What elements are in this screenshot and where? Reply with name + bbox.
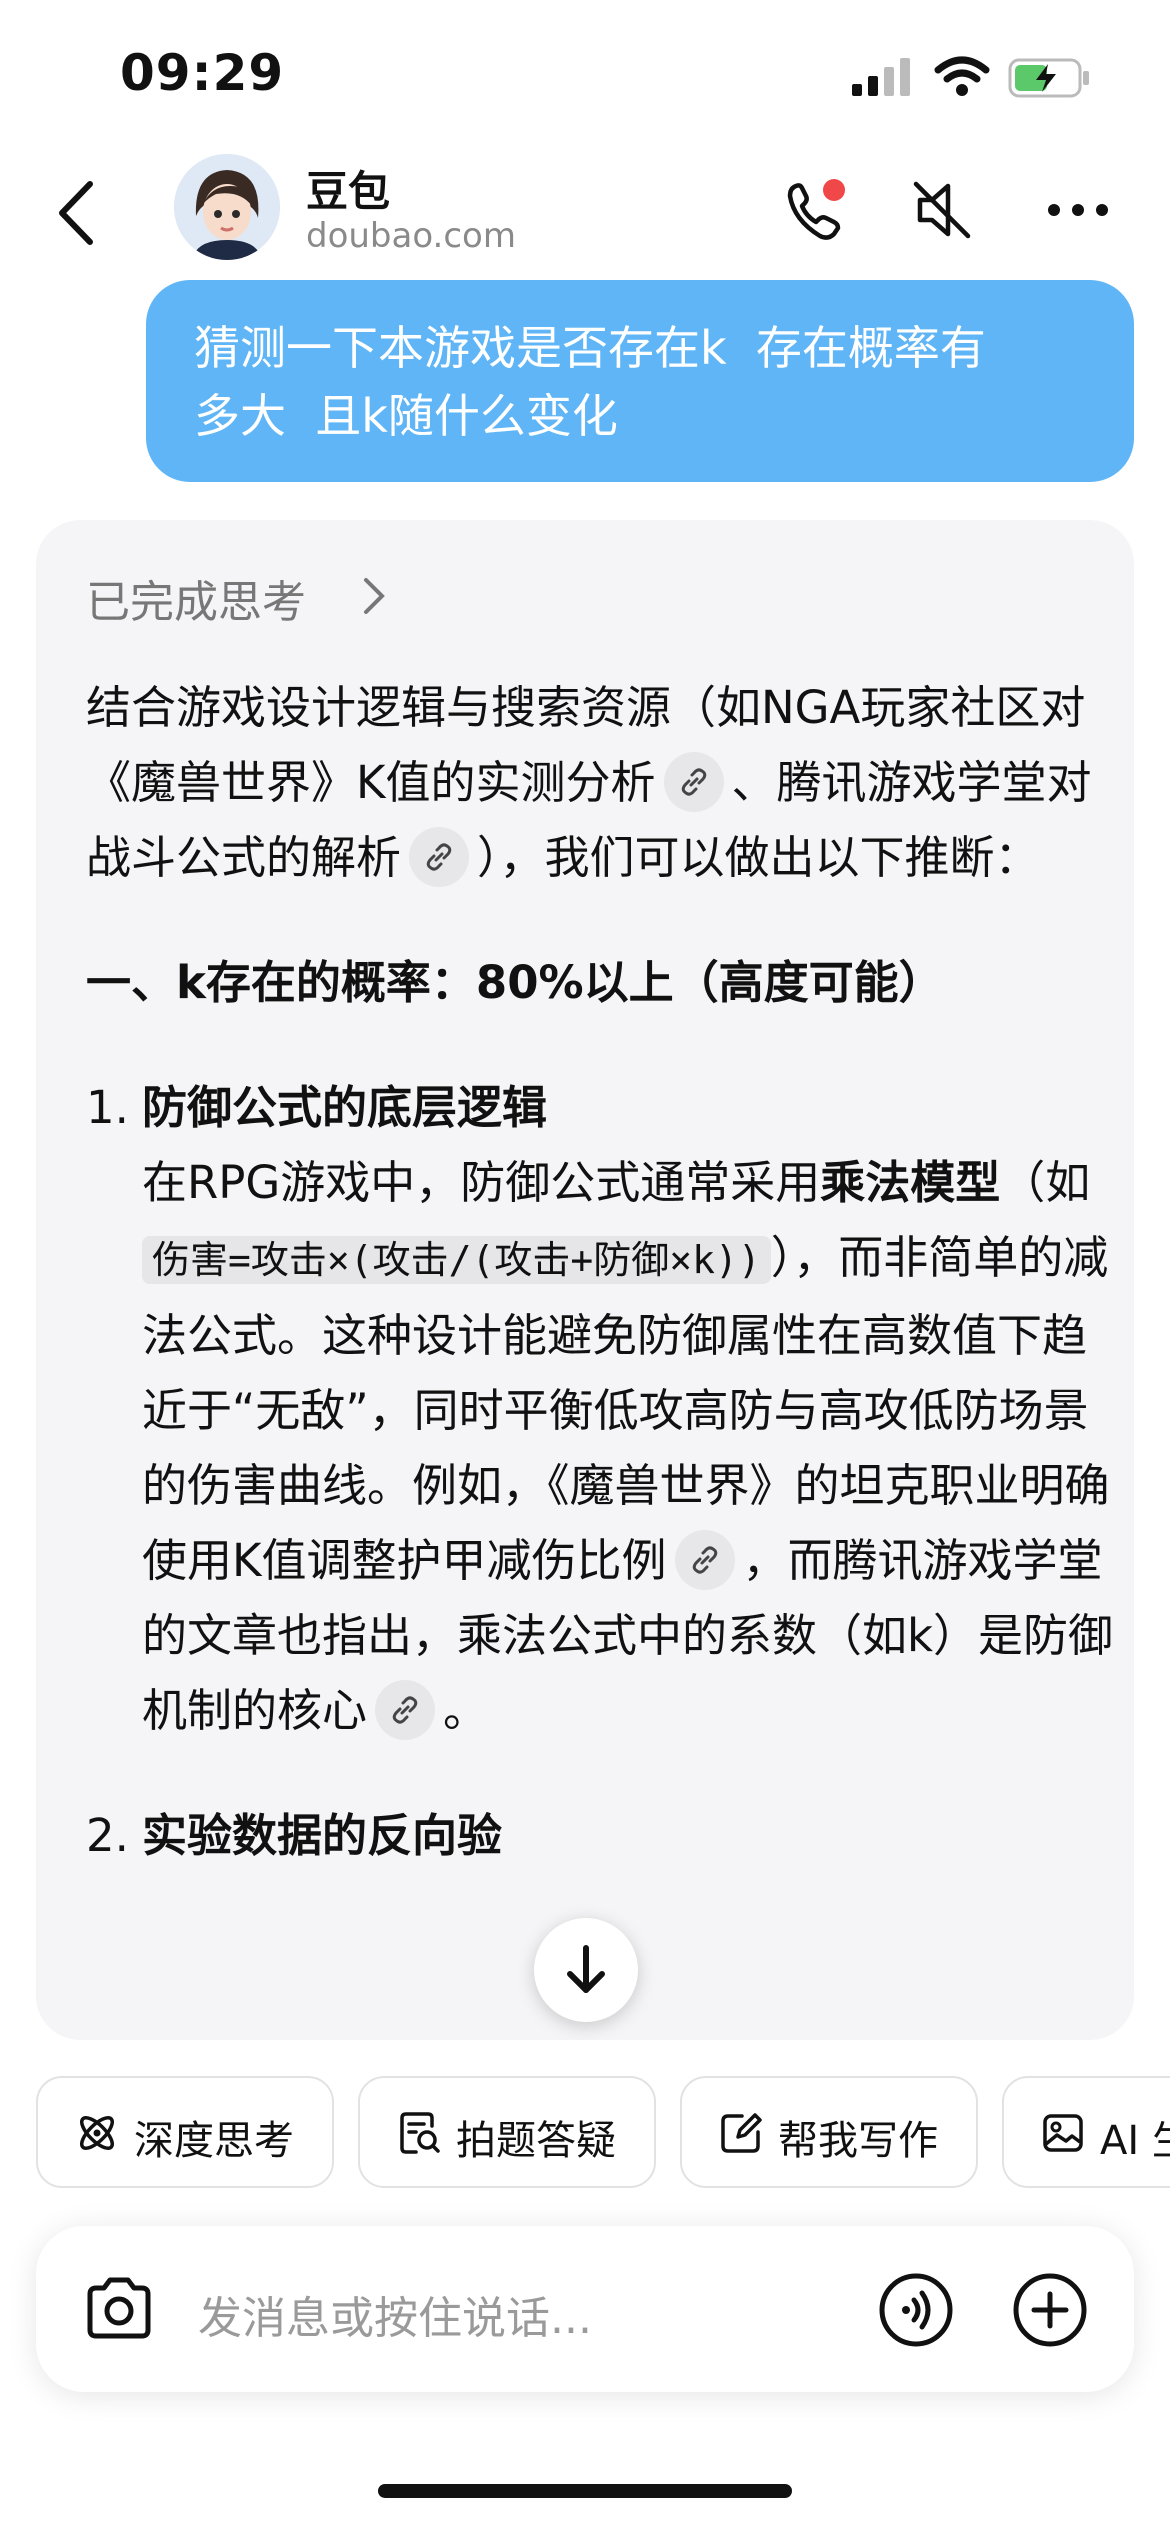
- chip-label: 深度思考: [134, 2118, 294, 2164]
- list-number-2: 2.: [86, 1809, 129, 1862]
- chip-help-write[interactable]: 帮我写作: [680, 2076, 978, 2188]
- assistant-answer-card: 已完成思考 结合游戏设计逻辑与搜索资源（如NGA玩家社区对《魔兽世界》K值的实测…: [36, 520, 1134, 2040]
- avatar-portrait-icon: [174, 154, 280, 260]
- item1-bold: 乘法模型: [820, 1156, 1001, 1209]
- edit-icon: [721, 2113, 762, 2153]
- list-item-1-title: 防御公式的底层逻辑: [142, 1081, 548, 1134]
- battery-charging-icon: [1008, 58, 1089, 98]
- status-time: 09:29: [120, 44, 285, 102]
- formula-code: 伤害=攻击×(攻击/(攻击+防御×k)): [142, 1236, 771, 1284]
- link-icon: [426, 843, 452, 871]
- chip-ai-image[interactable]: AI 生: [1002, 2076, 1170, 2188]
- bot-name: 豆包: [306, 167, 391, 216]
- source-link-4[interactable]: [375, 1680, 436, 1740]
- link-icon: [692, 1546, 717, 1574]
- atom-icon: [80, 2116, 114, 2150]
- chevron-right-icon[interactable]: [362, 576, 386, 616]
- list-item-1: 1. 防御公式的底层逻辑 在RPG游戏中，防御公式通常采用乘法模型（如伤害=攻击…: [86, 1070, 1126, 1748]
- list-number-1: 1.: [86, 1081, 129, 1134]
- list-item-2: 2. 实验数据的反向验: [86, 1798, 1126, 1873]
- message-input[interactable]: 发消息或按住说话...: [198, 2282, 592, 2346]
- more-options-icon[interactable]: [1046, 202, 1110, 218]
- chip-deep-thinking[interactable]: 深度思考: [36, 2076, 334, 2188]
- cellular-signal-icon: [852, 58, 910, 96]
- camera-icon[interactable]: [82, 2276, 156, 2342]
- chip-label: 拍题答疑: [456, 2118, 616, 2164]
- source-link-1[interactable]: [663, 752, 724, 812]
- chip-label: 帮我写作: [778, 2118, 938, 2164]
- message-input-bar: 发消息或按住说话...: [36, 2226, 1134, 2392]
- quick-action-chips: 深度思考 拍题答疑 帮我写作 AI 生: [36, 2076, 1170, 2192]
- item1-text-a: 在RPG游戏中，防御公式通常采用: [142, 1156, 821, 1209]
- section-title: 一、k存在的概率：80%以上（高度可能）: [86, 956, 944, 1009]
- chat-header: 豆包 doubao.com: [0, 150, 1170, 280]
- speaker-muted-icon[interactable]: [912, 178, 974, 242]
- arrow-down-icon: [567, 1945, 605, 1993]
- scroll-to-bottom-button[interactable]: [534, 1918, 638, 2022]
- list-item-2-title: 实验数据的反向验: [142, 1809, 503, 1862]
- item1-text-b: （如: [1000, 1156, 1091, 1209]
- answer-intro: 结合游戏设计逻辑与搜索资源（如NGA玩家社区对《魔兽世界》K值的实测分析 、腾讯游…: [86, 670, 1126, 895]
- source-link-2[interactable]: [409, 827, 470, 887]
- user-message-line1: 猜测一下本游戏是否存在k 存在概率有: [194, 321, 986, 375]
- phone-call-icon[interactable]: [782, 176, 852, 246]
- user-message-line2: 多大 且k随什么变化: [194, 389, 618, 443]
- answer-body: 结合游戏设计逻辑与搜索资源（如NGA玩家社区对《魔兽世界》K值的实测分析 、腾讯游…: [86, 670, 1126, 1873]
- back-arrow-icon[interactable]: [52, 178, 102, 248]
- thinking-complete-toggle[interactable]: 已完成思考: [86, 566, 306, 630]
- list-item-1-body: 在RPG游戏中，防御公式通常采用乘法模型（如伤害=攻击×(攻击/(攻击+防御×k…: [142, 1145, 1126, 1748]
- photo-question-icon: [400, 2112, 440, 2154]
- chip-photo-question[interactable]: 拍题答疑: [358, 2076, 656, 2188]
- image-icon: [1043, 2114, 1083, 2152]
- item1-text-e: 。: [443, 1684, 489, 1737]
- home-indicator: [378, 2484, 792, 2498]
- voice-icon[interactable]: [878, 2272, 954, 2348]
- intro-text-3: ），我们可以做出以下推断：: [477, 831, 1040, 884]
- status-bar: 09:29: [0, 0, 1170, 150]
- chip-label: AI 生: [1100, 2118, 1170, 2164]
- user-message-bubble[interactable]: 猜测一下本游戏是否存在k 存在概率有 多大 且k随什么变化: [146, 280, 1134, 482]
- bot-domain: doubao.com: [306, 216, 516, 256]
- wifi-icon: [934, 56, 990, 96]
- bot-avatar[interactable]: [174, 154, 280, 260]
- link-icon: [392, 1696, 418, 1724]
- plus-icon[interactable]: [1012, 2272, 1088, 2348]
- link-icon: [681, 768, 706, 796]
- source-link-3[interactable]: [674, 1530, 735, 1590]
